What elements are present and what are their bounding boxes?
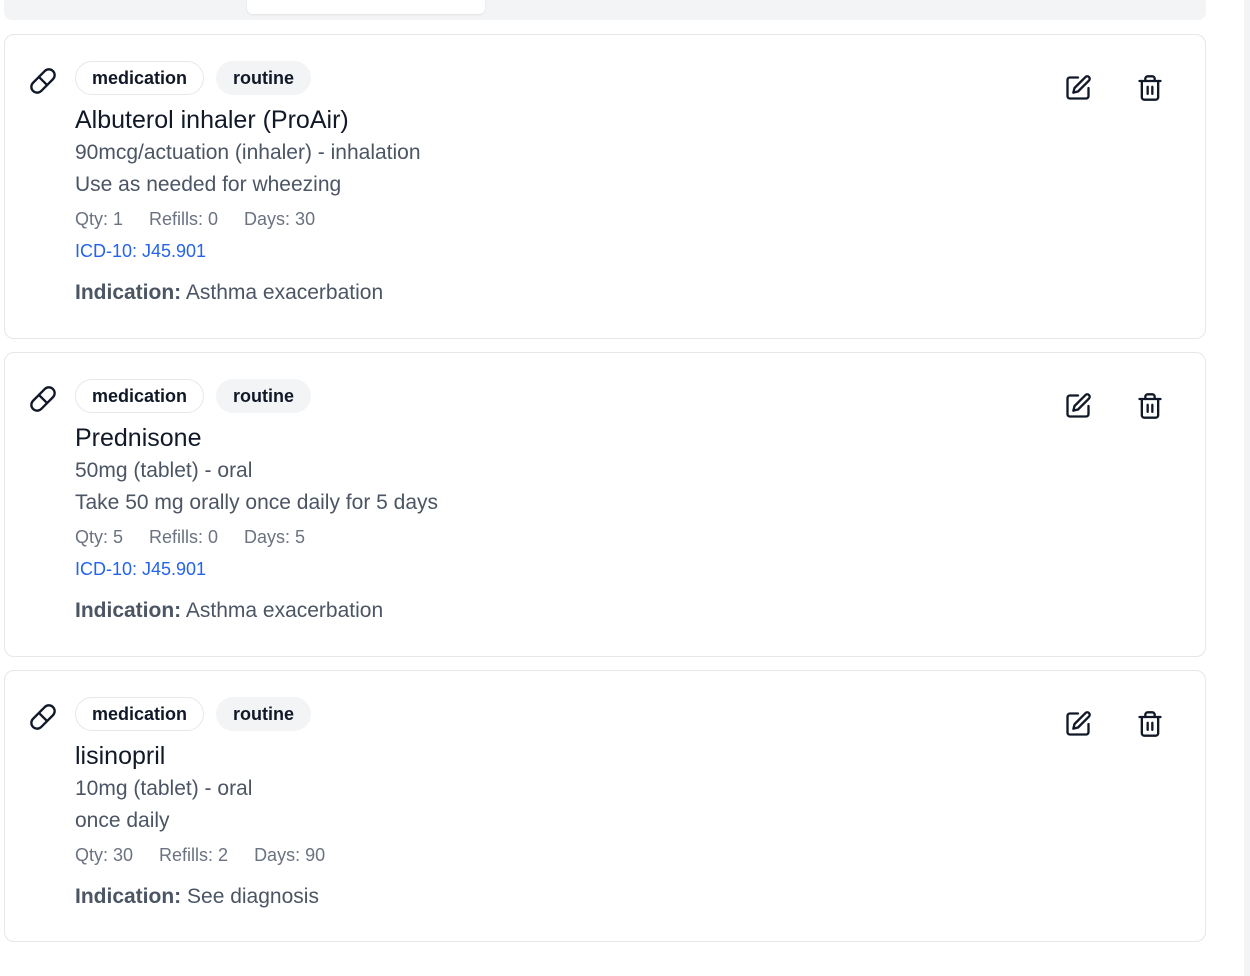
delete-button[interactable] [1135,709,1165,739]
badge-row: medication routine [75,61,1085,95]
trash-icon [1138,711,1162,737]
priority-badge: routine [216,697,312,731]
tab-active[interactable] [247,0,485,14]
indication-label: Indication: [75,885,182,908]
dispense-info: Qty: 1 Refills: 0 Days: 30 [75,203,1085,235]
refills: Refills: 0 [149,527,219,547]
badge-row: medication routine [75,379,1085,413]
indication-value: See diagnosis [187,885,319,908]
pill-icon [29,385,57,413]
pill-icon [29,703,57,731]
indication: Indication: See diagnosis [75,881,1085,913]
card-actions [1063,73,1165,103]
dose-route: 50mg (tablet) - oral [75,459,253,482]
indication-value: Asthma exacerbation [185,599,384,622]
dose-route: 90mcg/actuation (inhaler) - inhalation [75,141,421,164]
edit-button[interactable] [1063,73,1093,103]
type-badge: medication [75,379,205,413]
dispense-info: Qty: 5 Refills: 0 Days: 5 [75,521,1085,553]
refills: Refills: 2 [159,845,229,865]
edit-icon [1066,393,1091,418]
delete-button[interactable] [1135,73,1165,103]
indication: Indication: Asthma exacerbation [75,595,1085,627]
indication-label: Indication: [75,281,182,304]
scrollbar[interactable] [1244,0,1250,976]
quantity: Qty: 1 [75,209,124,229]
icd-code-link[interactable]: ICD-10: J45.901 [75,235,1085,267]
medication-card: medication routine Albuterol inhaler (Pr… [4,34,1206,339]
quantity: Qty: 5 [75,527,124,547]
pill-icon [29,67,57,95]
dose-route: 10mg (tablet) - oral [75,777,253,800]
medication-details: medication routine Albuterol inhaler (Pr… [75,61,1085,309]
indication-value: Asthma exacerbation [185,281,384,304]
orders-panel: medication routine Albuterol inhaler (Pr… [0,0,1250,976]
badge-row: medication routine [75,697,1085,731]
days-supply: Days: 30 [244,209,316,229]
edit-icon [1066,75,1091,100]
trash-icon [1138,75,1162,101]
medication-name: Prednisone [75,424,202,452]
medication-details: medication routine lisinopril 10mg (tabl… [75,697,1085,913]
edit-icon [1066,711,1091,736]
sig-instructions: Use as needed for wheezing [75,173,342,196]
medication-card: medication routine lisinopril 10mg (tabl… [4,670,1206,942]
sig-instructions: once daily [75,809,170,832]
edit-button[interactable] [1063,709,1093,739]
type-badge: medication [75,61,205,95]
edit-button[interactable] [1063,391,1093,421]
priority-badge: routine [216,379,312,413]
card-actions [1063,391,1165,421]
trash-icon [1138,393,1162,419]
days-supply: Days: 5 [244,527,306,547]
icd-code-link[interactable]: ICD-10: J45.901 [75,553,1085,585]
sig-instructions: Take 50 mg orally once daily for 5 days [75,491,439,514]
days-supply: Days: 90 [254,845,326,865]
medication-name: Albuterol inhaler (ProAir) [75,106,349,134]
card-actions [1063,709,1165,739]
priority-badge: routine [216,61,312,95]
indication: Indication: Asthma exacerbation [75,277,1085,309]
dispense-info: Qty: 30 Refills: 2 Days: 90 [75,839,1085,871]
type-badge: medication [75,697,205,731]
medication-name: lisinopril [75,742,166,770]
refills: Refills: 0 [149,209,219,229]
tab-bar [4,0,1206,20]
indication-label: Indication: [75,599,182,622]
delete-button[interactable] [1135,391,1165,421]
quantity: Qty: 30 [75,845,134,865]
medication-list: medication routine Albuterol inhaler (Pr… [4,34,1206,955]
medication-card: medication routine Prednisone 50mg (tabl… [4,352,1206,657]
medication-details: medication routine Prednisone 50mg (tabl… [75,379,1085,627]
